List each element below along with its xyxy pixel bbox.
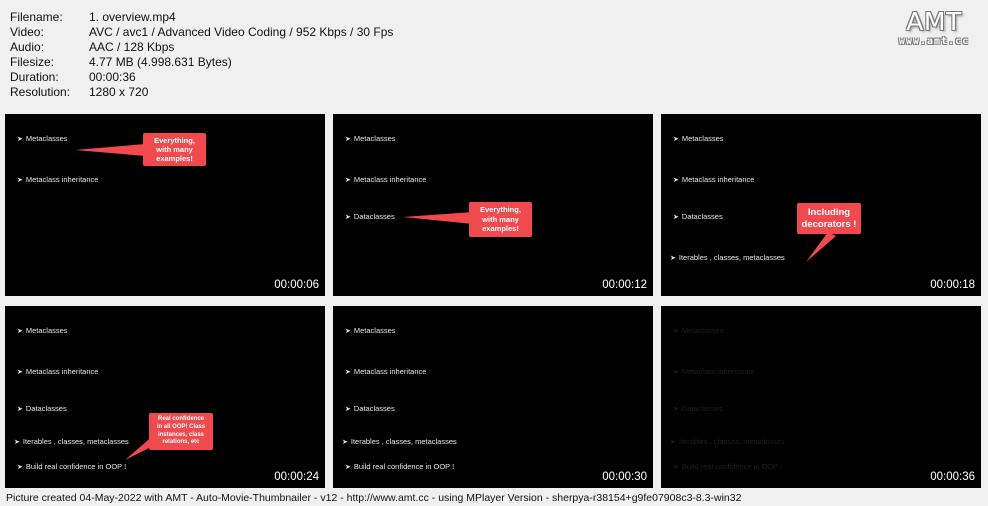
thumbnail-6[interactable]: ➤ Metaclasses ➤ Metaclass inheritance ➤ Dat…	[661, 306, 981, 488]
timestamp: 00:00:06	[274, 279, 319, 291]
info-key: Audio:	[10, 40, 45, 54]
timestamp: 00:00:24	[274, 471, 319, 483]
info-key: Filesize:	[10, 55, 55, 69]
callout-everything: Everything, with many examples!	[143, 133, 206, 166]
info-key: Video:	[10, 25, 44, 39]
bullet-iterables: ➤ Iterables , classes, metaclasses	[670, 437, 785, 446]
bullet-iterables: ➤ Iterables , classes, metaclasses	[14, 437, 129, 446]
bullet-metaclasses: ➤ Metaclasses	[345, 326, 396, 335]
callout-everything: Everything, with many examples!	[469, 202, 532, 237]
bullet-build-confidence: ➤ Build real confidence in OOP !	[17, 462, 127, 471]
bullet-metaclass-inheritance: ➤ Metaclass inheritance	[673, 367, 755, 376]
bullet-metaclass-inheritance: ➤ Metaclass inheritance	[345, 367, 427, 376]
callout-decorators: Including decorators !	[797, 203, 861, 234]
bullet-metaclass-inheritance: ➤ Metaclass inheritance	[17, 367, 99, 376]
info-value: 00:00:36	[89, 70, 136, 84]
bullet-metaclasses: ➤ Metaclasses	[345, 134, 396, 143]
logo-url: www.amt.cc	[898, 36, 970, 47]
amt-logo: AMT www.amt.cc	[890, 8, 978, 48]
bullet-metaclasses: ➤ Metaclasses	[17, 134, 68, 143]
info-value: AAC / 128 Kbps	[89, 40, 175, 54]
bullet-metaclass-inheritance: ➤ Metaclass inheritance	[345, 175, 427, 184]
bullet-iterables: ➤ Iterables , classes, metaclasses	[342, 437, 457, 446]
callout-tail	[806, 232, 836, 262]
bullet-metaclass-inheritance: ➤ Metaclass inheritance	[17, 175, 99, 184]
info-value: AVC / avc1 / Advanced Video Coding / 952…	[89, 25, 394, 39]
info-key: Resolution:	[10, 85, 71, 99]
timestamp: 00:00:30	[602, 471, 647, 483]
info-key: Duration:	[10, 70, 59, 84]
info-row-video: Video: AVC / avc1 / Advanced Video Codin…	[10, 25, 393, 40]
thumbnail-4[interactable]: ➤ Metaclasses ➤ Metaclass inheritance ➤ Dat…	[5, 306, 325, 488]
file-info-panel: Filename: 1. overview.mp4 Video: AVC / a…	[10, 10, 393, 100]
thumbnail-3[interactable]: ➤ Metaclasses ➤ Metaclass inheritance ➤ Dat…	[661, 114, 981, 296]
info-value: 1. overview.mp4	[89, 10, 176, 24]
timestamp: 00:00:12	[602, 279, 647, 291]
info-row-filename: Filename: 1. overview.mp4	[10, 10, 393, 25]
info-row-audio: Audio: AAC / 128 Kbps	[10, 40, 393, 55]
thumbnail-5[interactable]: ➤ Metaclasses ➤ Metaclass inheritance ➤ Dat…	[333, 306, 653, 488]
bullet-metaclasses: ➤ Metaclasses	[17, 326, 68, 335]
logo-title: AMT	[906, 7, 962, 36]
callout-tail	[75, 144, 145, 156]
callout-tail	[403, 212, 473, 224]
thumbnail-1[interactable]: ➤ Metaclasses ➤ Metaclass inheritance Ever…	[5, 114, 325, 296]
bullet-dataclasses: ➤ Dataclasses	[673, 212, 723, 221]
callout-confidence: Real confidence in all OOP! Class instance…	[149, 413, 213, 450]
info-row-duration: Duration: 00:00:36	[10, 70, 393, 85]
bullet-dataclasses: ➤ Dataclasses	[345, 212, 395, 221]
bullet-dataclasses: ➤ Dataclasses	[17, 404, 67, 413]
info-row-filesize: Filesize: 4.77 MB (4.998.631 Bytes)	[10, 55, 393, 70]
timestamp: 00:00:18	[930, 279, 975, 291]
bullet-iterables: ➤ Iterables , classes, metaclasses	[670, 253, 785, 262]
bullet-build-confidence: ➤ Build real confidence in OOP !	[345, 462, 455, 471]
bullet-metaclasses: ➤ Metaclasses	[673, 134, 724, 143]
timestamp: 00:00:36	[930, 471, 975, 483]
info-value: 4.77 MB (4.998.631 Bytes)	[89, 55, 232, 69]
bullet-dataclasses: ➤ Dataclasses	[345, 404, 395, 413]
footer-credit: Picture created 04-May-2022 with AMT - A…	[6, 492, 742, 504]
info-key: Filename:	[10, 10, 63, 24]
bullet-metaclass-inheritance: ➤ Metaclass inheritance	[673, 175, 755, 184]
info-value: 1280 x 720	[89, 85, 149, 99]
bullet-metaclasses: ➤ Metaclasses	[673, 326, 724, 335]
info-row-resolution: Resolution: 1280 x 720	[10, 85, 393, 100]
thumbnail-2[interactable]: ➤ Metaclasses ➤ Metaclass inheritance ➤ Dat…	[333, 114, 653, 296]
bullet-dataclasses: ➤ Dataclasses	[673, 404, 723, 413]
bullet-build-confidence: ➤ Build real confidence in OOP !	[673, 462, 783, 471]
